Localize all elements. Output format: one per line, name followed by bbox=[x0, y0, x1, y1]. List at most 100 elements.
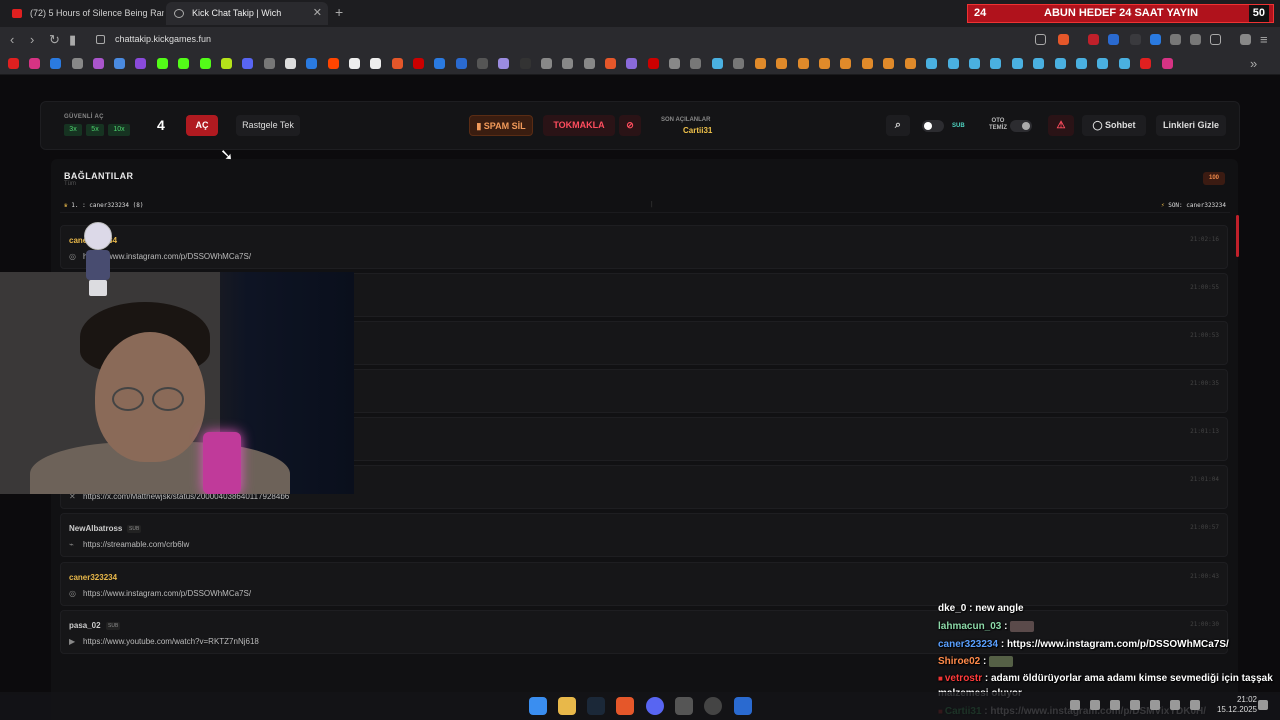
bookmark-icon[interactable] bbox=[8, 58, 19, 69]
bookmark-icon[interactable] bbox=[733, 58, 744, 69]
link-row[interactable]: caner323234◎https://www.instagram.com/p/… bbox=[60, 225, 1228, 269]
extension-icon[interactable] bbox=[1150, 34, 1161, 45]
brave-shield-icon[interactable] bbox=[1058, 34, 1069, 45]
row-link[interactable]: https://www.instagram.com/p/DSSOWhMCa7S/ bbox=[83, 589, 251, 598]
bookmark-icon[interactable] bbox=[905, 58, 916, 69]
bookmark-icon[interactable] bbox=[926, 58, 937, 69]
bookmark-icon[interactable] bbox=[413, 58, 424, 69]
url-field[interactable]: chattakip.kickgames.fun bbox=[115, 34, 211, 44]
tokmakla-button[interactable]: TOKMAKLA bbox=[543, 115, 615, 136]
tray-icon[interactable] bbox=[1170, 700, 1180, 710]
menu-icon[interactable]: ≡ bbox=[1260, 32, 1268, 47]
auto-clean-toggle[interactable] bbox=[1010, 120, 1032, 132]
multiplier-3x-button[interactable]: 3x bbox=[64, 124, 82, 136]
bookmark-icon[interactable] bbox=[306, 58, 317, 69]
tab-youtube[interactable]: (72) 5 Hours of Silence Being Rando bbox=[4, 2, 164, 25]
app-icon[interactable] bbox=[675, 697, 693, 715]
tab-kick-chat[interactable]: Kick Chat Takip | Wich ✕ bbox=[166, 2, 328, 25]
extension-icon[interactable] bbox=[1108, 34, 1119, 45]
bookmark-icon[interactable] bbox=[200, 58, 211, 69]
bookmark-icon[interactable] bbox=[434, 58, 445, 69]
bookmark-icon[interactable] bbox=[178, 58, 189, 69]
bookmark-icon[interactable] bbox=[1162, 58, 1173, 69]
bookmark-icon[interactable] bbox=[584, 58, 595, 69]
close-icon[interactable]: ✕ bbox=[313, 2, 322, 25]
row-username[interactable]: pasa_02 bbox=[69, 621, 101, 630]
clock[interactable]: 21:02 15.12.2025 bbox=[1213, 695, 1257, 715]
hide-links-button[interactable]: Linkleri Gizle bbox=[1156, 115, 1226, 136]
bookmark-icon[interactable] bbox=[221, 58, 232, 69]
bookmark-icon[interactable] bbox=[29, 58, 40, 69]
bookmark-icon[interactable] bbox=[157, 58, 168, 69]
bookmark-icon[interactable] bbox=[93, 58, 104, 69]
bookmark-icon[interactable] bbox=[349, 58, 360, 69]
bookmark-icon[interactable] bbox=[948, 58, 959, 69]
chevron-up-icon[interactable] bbox=[1070, 700, 1080, 710]
scrollbar-thumb[interactable] bbox=[1236, 215, 1239, 257]
bookmark-icon[interactable] bbox=[840, 58, 851, 69]
bookmark-icon[interactable] bbox=[135, 58, 146, 69]
bookmark-icon[interactable] bbox=[690, 58, 701, 69]
bookmark-icon[interactable] bbox=[72, 58, 83, 69]
discord-icon[interactable] bbox=[646, 697, 664, 715]
bookmark-icon[interactable] bbox=[1055, 58, 1066, 69]
row-link[interactable]: https://streamable.com/crb6lw bbox=[83, 540, 189, 549]
bookmark-icon[interactable] bbox=[456, 58, 467, 69]
bookmark-icon[interactable] bbox=[477, 58, 488, 69]
bookmark-icon[interactable] bbox=[1076, 58, 1087, 69]
bookmark-icon[interactable] bbox=[776, 58, 787, 69]
bookmark-icon[interactable] bbox=[541, 58, 552, 69]
bookmark-icon[interactable] bbox=[819, 58, 830, 69]
media-icon[interactable] bbox=[1240, 34, 1251, 45]
bookmark-icon[interactable] bbox=[1033, 58, 1044, 69]
bookmark-icon[interactable] bbox=[669, 58, 680, 69]
bookmark-icon[interactable] bbox=[1012, 58, 1023, 69]
site-info-icon[interactable] bbox=[96, 35, 105, 44]
bookmark-icon[interactable] bbox=[114, 58, 125, 69]
row-username[interactable]: NewAlbatross bbox=[69, 524, 122, 533]
chat-button[interactable]: ◯ Sohbet bbox=[1082, 115, 1146, 136]
bookmark-icon[interactable] bbox=[562, 58, 573, 69]
bookmark-icon[interactable] bbox=[626, 58, 637, 69]
row-link[interactable]: https://www.youtube.com/watch?v=RKTZ7nNj… bbox=[83, 637, 259, 646]
bookmark-icon[interactable] bbox=[392, 58, 403, 69]
bookmark-icon[interactable] bbox=[990, 58, 1001, 69]
speaker-icon[interactable] bbox=[1130, 700, 1140, 710]
share-icon[interactable] bbox=[1035, 34, 1046, 45]
bookmark-icon[interactable] bbox=[648, 58, 659, 69]
extension-icon[interactable] bbox=[1088, 34, 1099, 45]
bookmark-icon[interactable] bbox=[883, 58, 894, 69]
brave-icon[interactable] bbox=[616, 697, 634, 715]
bookmark-icon[interactable] bbox=[328, 58, 339, 69]
link-row[interactable]: caner323234◎https://www.instagram.com/p/… bbox=[60, 562, 1228, 606]
bookmark-icon[interactable] bbox=[50, 58, 61, 69]
block-icon[interactable]: ⊘ bbox=[619, 115, 641, 136]
windows-start-icon[interactable] bbox=[529, 697, 547, 715]
sub-toggle[interactable] bbox=[922, 120, 944, 132]
bookmark-icon[interactable] bbox=[520, 58, 531, 69]
bookmark-icon[interactable] bbox=[1119, 58, 1130, 69]
extension-icon[interactable] bbox=[1170, 34, 1181, 45]
bookmark-icon[interactable] bbox=[755, 58, 766, 69]
random-one-button[interactable]: Rastgele Tek bbox=[236, 115, 300, 136]
bookmark-icon[interactable] bbox=[798, 58, 809, 69]
tray-icon[interactable] bbox=[1110, 700, 1120, 710]
tray-icon[interactable] bbox=[1090, 700, 1100, 710]
bookmark-icon[interactable] bbox=[712, 58, 723, 69]
alert-icon[interactable]: ⚠ bbox=[1048, 115, 1074, 136]
extension-icon[interactable] bbox=[1130, 34, 1141, 45]
sidebar-icon[interactable] bbox=[1210, 34, 1221, 45]
bookmark-icon[interactable] bbox=[498, 58, 509, 69]
open-button[interactable]: AÇ bbox=[186, 115, 218, 136]
bookmark-icon[interactable] bbox=[969, 58, 980, 69]
multiplier-5x-button[interactable]: 5x bbox=[86, 124, 104, 136]
obs-icon[interactable] bbox=[704, 697, 722, 715]
multiplier-10x-button[interactable]: 10x bbox=[108, 124, 130, 136]
puzzle-icon[interactable] bbox=[1190, 34, 1201, 45]
bookmark-icon[interactable] bbox=[285, 58, 296, 69]
new-tab-button[interactable]: + bbox=[335, 4, 343, 20]
bookmark-icon[interactable] bbox=[605, 58, 616, 69]
file-explorer-icon[interactable] bbox=[558, 697, 576, 715]
steam-icon[interactable] bbox=[587, 697, 605, 715]
row-username[interactable]: caner323234 bbox=[69, 573, 117, 582]
